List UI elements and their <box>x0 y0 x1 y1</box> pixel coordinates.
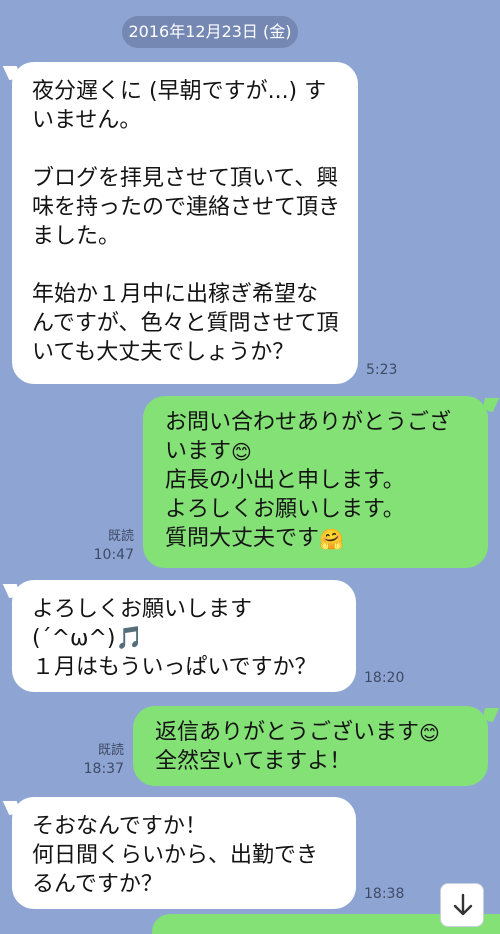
message-time: 18:37 <box>83 761 124 777</box>
arrow-down-icon <box>453 893 473 916</box>
outgoing-message[interactable]: お問い合わせありがとうございます😊 店長の小出と申します。 よろしくお願いします… <box>143 396 488 568</box>
incoming-message[interactable]: 夜分遅くに (早朝ですが...) すいません。 ブログを拝見させて頂いて、興味を… <box>12 62 358 384</box>
message-time: 18:20 <box>364 670 405 686</box>
read-label: 既読 <box>107 529 134 544</box>
message-time: 5:23 <box>366 362 398 378</box>
incoming-message[interactable]: そおなんですか！ 何日間くらいから、出勤できるんですか？ <box>12 797 356 909</box>
message-text: 店長の小出と申します。 よろしくお願いします。 質問大丈夫です <box>165 468 405 551</box>
smiling-face-emoji-icon: 😊 <box>231 440 252 464</box>
read-receipt: 既読 10:47 <box>86 528 134 564</box>
read-label: 既読 <box>97 743 124 758</box>
scroll-to-bottom-button[interactable] <box>440 883 484 927</box>
message-time: 10:47 <box>93 547 134 563</box>
message-text: お問い合わせありがとうございます <box>165 410 452 464</box>
read-receipt: 既読 18:37 <box>78 742 124 778</box>
date-separator: 2016年12月23日 (金) <box>122 16 298 48</box>
incoming-message[interactable]: よろしくお願いします (´^ω^)🎵 １月はもういっぱいですか？ <box>12 580 356 692</box>
message-text: 全然空いてますよ！ <box>155 749 352 774</box>
smiling-face-emoji-icon: 😊 <box>419 721 440 745</box>
message-time: 18:38 <box>364 886 405 902</box>
hugging-face-emoji-icon: 🤗 <box>319 527 344 551</box>
outgoing-message[interactable]: 返信ありがとうございます😊 全然空いてますよ！ <box>133 706 488 786</box>
message-text: 返信ありがとうございます <box>155 720 420 745</box>
